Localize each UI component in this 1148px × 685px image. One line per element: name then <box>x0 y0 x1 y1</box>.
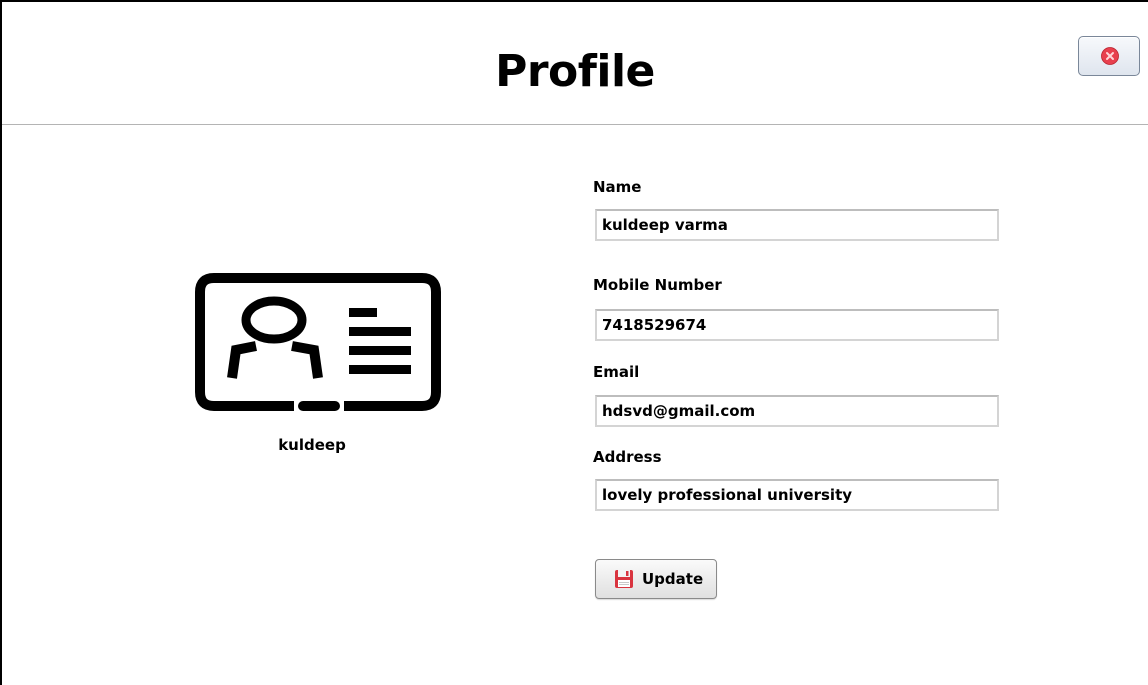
profile-window: Profile kuldeep Name Mobile Number Email… <box>0 0 1148 685</box>
save-icon <box>615 570 633 588</box>
name-label: Name <box>593 178 642 196</box>
close-icon <box>1101 47 1119 65</box>
name-field[interactable] <box>595 209 999 241</box>
address-label: Address <box>593 448 662 466</box>
header: Profile <box>2 2 1148 125</box>
email-label: Email <box>593 363 640 381</box>
close-button[interactable] <box>1078 36 1140 76</box>
mobile-number-label: Mobile Number <box>593 276 722 294</box>
address-field[interactable] <box>595 479 999 511</box>
email-field[interactable] <box>595 395 999 427</box>
update-button-label: Update <box>642 570 704 588</box>
id-card-icon <box>195 273 441 411</box>
username-label: kuldeep <box>278 436 346 454</box>
update-button[interactable]: Update <box>595 559 717 599</box>
mobile-number-field[interactable] <box>595 309 999 341</box>
page-title: Profile <box>495 46 655 97</box>
